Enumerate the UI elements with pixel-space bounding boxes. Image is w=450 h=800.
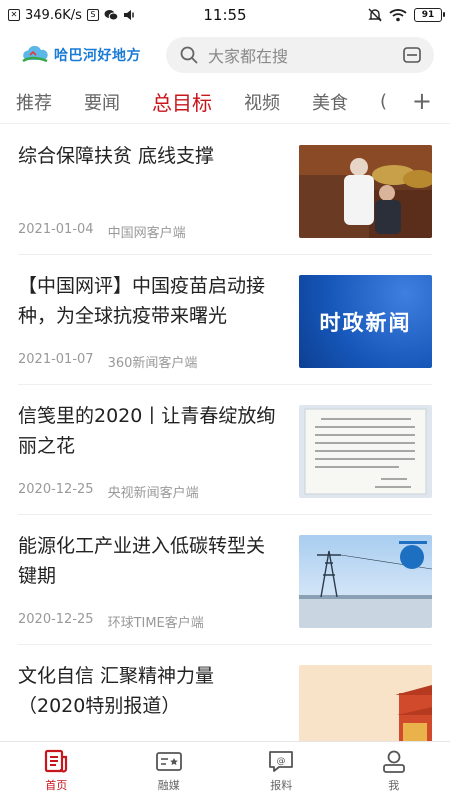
news-item[interactable]: 综合保障扶贫 底线支撑 2021-01-04 中国网客户端 [18,125,432,255]
news-meta: 2021-01-04 中国网客户端 [18,222,186,241]
nav-home[interactable]: 首页 [0,742,113,800]
wifi-icon [389,9,407,22]
news-thumbnail[interactable] [299,405,432,498]
svg-text:@: @ [277,757,286,767]
news-date: 2021-01-04 [18,222,94,237]
nav-label: 首页 [45,779,68,792]
news-meta: 2021-01-07 360新闻客户端 [18,352,197,371]
news-source: 中国网客户端 [107,226,186,241]
news-title[interactable]: 能源化工产业进入低碳转型关键期 [18,531,278,591]
logo-text: 哈巴河好地方 [54,48,141,64]
nav-label: 报料 [270,779,293,792]
news-source: 环球TIME客户端 [107,616,204,631]
volume-icon [123,10,134,20]
tab-food[interactable]: 美食 [312,89,348,115]
news-meta: 2020-12-25 央视新闻客户端 [18,482,199,501]
news-thumbnail[interactable] [299,145,432,238]
search-icon [180,46,198,64]
search-bar[interactable]: 大家都在搜 [166,37,434,73]
news-thumbnail[interactable]: 时政新闻 [299,275,432,368]
tab-overall-goal[interactable]: 总目标 [152,87,212,116]
app-notification-icon: S [86,9,99,21]
mute-bell-icon [368,8,382,22]
add-channel-icon[interactable]: + [412,89,432,113]
close-notification-icon: ✕ [8,9,20,21]
header: 哈巴河好地方 大家都在搜 [0,30,450,80]
nav-report[interactable]: @ 报料 [225,742,338,800]
user-icon [382,750,405,773]
news-item[interactable]: 能源化工产业进入低碳转型关键期 2020-12-25 环球TIME客户端 [18,515,432,645]
thumbnail-caption: 时政新闻 [319,310,412,335]
tab-video[interactable]: 视频 [244,89,280,115]
tab-recommend[interactable]: 推荐 [16,89,52,115]
news-source: 央视新闻客户端 [107,486,199,501]
news-date: 2020-12-25 [18,612,94,627]
media-card-icon [155,752,182,771]
status-time: 11:55 [203,6,247,24]
news-meta: 2020-12-25 环球TIME客户端 [18,612,204,631]
app-logo: 哈巴河好地方 [20,44,162,66]
news-title[interactable]: 信笺里的2020丨让青春绽放绚丽之花 [18,401,278,461]
wechat-icon [104,10,118,21]
news-title[interactable]: 综合保障扶贫 底线支撑 [18,141,278,171]
status-right: 91 [272,8,445,22]
search-placeholder[interactable]: 大家都在搜 [208,43,402,67]
status-bar: ✕ 349.6K/s S 11:55 91 [0,0,450,30]
status-left: ✕ 349.6K/s S [8,8,178,23]
news-thumbnail[interactable] [299,535,432,628]
tab-headlines[interactable]: 要闻 [84,89,120,115]
news-date: 2020-12-25 [18,482,94,497]
home-news-icon [45,749,68,773]
news-source: 360新闻客户端 [107,356,198,371]
scan-icon[interactable] [402,45,422,65]
news-item[interactable]: 【中国网评】中国疫苗启动接种，为全球抗疫带来曙光 2021-01-07 360新… [18,255,432,385]
news-date: 2021-01-07 [18,352,94,367]
logo-cloud-icon [22,45,48,63]
nav-media[interactable]: 融媒 [113,742,226,800]
news-item[interactable]: 文化自信 汇聚精神力量（2020特别报道） [18,645,432,741]
battery-icon: 91 [414,8,445,22]
news-title[interactable]: 【中国网评】中国疫苗启动接种，为全球抗疫带来曙光 [18,271,278,331]
channel-tabs: 推荐 要闻 总目标 视频 美食 ( + [0,80,450,124]
news-title[interactable]: 文化自信 汇聚精神力量（2020特别报道） [18,661,278,721]
news-feed[interactable]: 综合保障扶贫 底线支撑 2021-01-04 中国网客户端 【中国网评】中国疫苗… [0,125,450,741]
news-thumbnail[interactable] [299,665,432,741]
nav-label: 融媒 [157,779,180,792]
tabs-fade [384,88,414,116]
nav-me[interactable]: 我 [338,742,450,800]
bottom-nav: 首页 融媒 @ 报料 我 [0,741,450,800]
network-speed: 349.6K/s [25,7,82,23]
news-item[interactable]: 信笺里的2020丨让青春绽放绚丽之花 2020-12-25 央视新闻客户端 [18,385,432,515]
report-chat-icon: @ [269,751,294,772]
nav-label: 我 [388,779,400,792]
